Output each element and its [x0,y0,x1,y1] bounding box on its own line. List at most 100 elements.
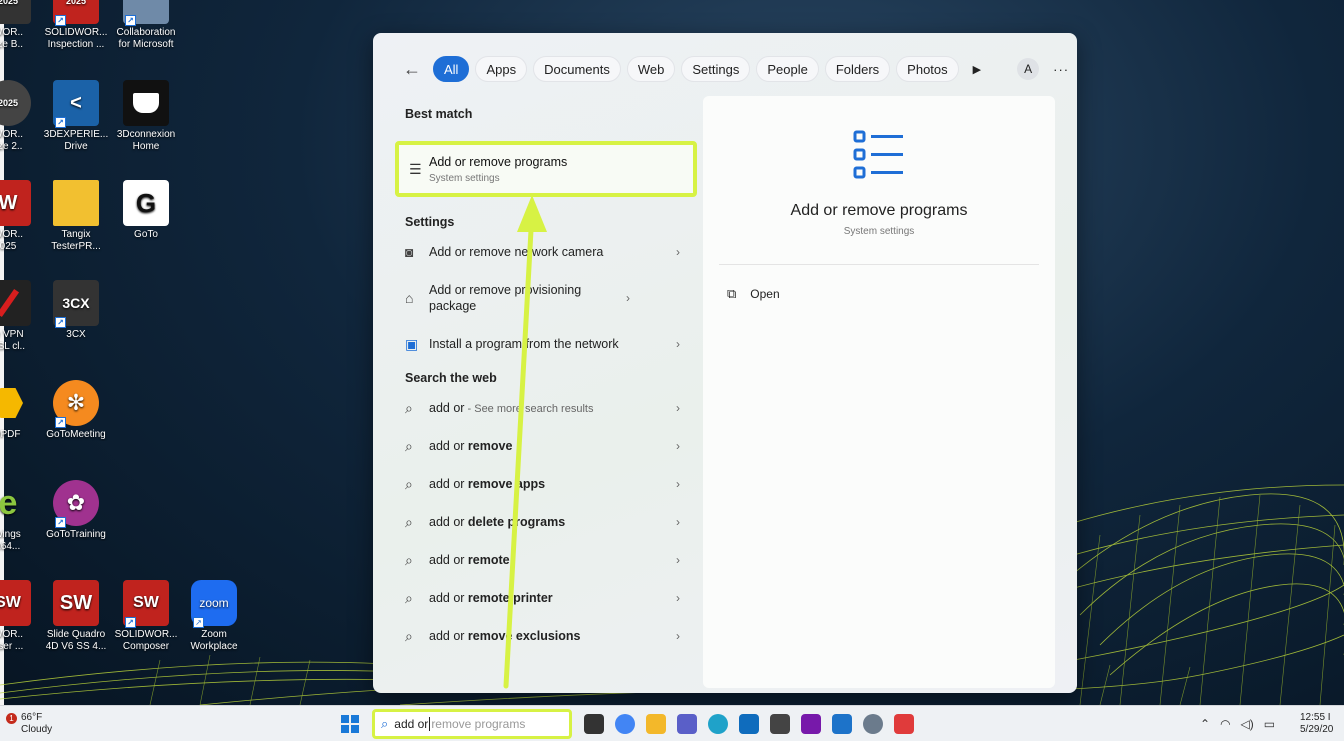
gotomeeting-icon: ✻ ↗ [53,380,99,428]
clock-time: 12:55 I [1300,712,1331,723]
icon-label: SOLIDWOR... [114,629,178,640]
shortcut-arrow-icon: ↗ [55,417,66,428]
settings-gear-icon[interactable] [863,714,883,734]
query-text: add or [429,629,468,643]
outlook-new-icon[interactable] [832,714,852,734]
suggestion-text: remove [467,439,513,453]
desktop-icon-gototraining[interactable]: ✿ ↗ GoToTraining [42,480,110,541]
web-result[interactable]: ⌕ add or remote printer › [395,579,697,617]
icon-label: GoToMeeting [46,429,106,440]
taskbar-search-input[interactable]: ⌕ add or remove programs [372,709,572,739]
teams-icon[interactable] [677,714,697,734]
desktop-icon-solidworks-composer-a[interactable]: SW WOR.. oser ... [0,580,42,653]
web-result[interactable]: ⌕ add or remove › [395,427,697,465]
red-app-icon[interactable] [894,714,914,734]
filter-folders[interactable]: Folders [824,56,891,82]
search-icon: ⌕ [405,399,413,416]
web-result-text: add or delete programs [429,514,669,530]
desktop-icon-3dexperience-drive[interactable]: < ↗ 3DEXPERIE... Drive [42,80,110,153]
desktop-icon-slide-quadro[interactable]: SW Slide Quadro 4D V6 SS 4... [42,580,110,653]
3cx-taskbar-icon[interactable] [770,714,790,734]
desktop-icon-goto[interactable]: G GoTo [112,180,180,241]
desktop-icon-gotomeeting[interactable]: ✻ ↗ GoToMeeting [42,380,110,441]
camera-icon: ◙ [405,244,414,260]
desktop-icon-edrawings[interactable]: e wings x64... [0,480,42,553]
hexagon-pdf-icon [0,380,31,426]
desktop-icon-collaboration-for-microsoft[interactable]: ↗ Collaboration for Microsoft [112,0,180,51]
settings-result[interactable]: ◙ Add or remove network camera › [395,233,697,271]
desktop-icon-solidworks-composer[interactable]: SW ↗ SOLIDWOR... Composer [112,580,180,653]
web-result[interactable]: ⌕ add or remove apps › [395,465,697,503]
more-options-icon[interactable]: ··· [1053,62,1069,77]
clock[interactable]: 12:55 I 5/29/20 [1300,712,1344,736]
filter-apps[interactable]: Apps [475,56,528,82]
shortcut-arrow-icon: ↗ [125,15,136,26]
filter-settings[interactable]: Settings [681,56,751,82]
windows-search-panel: ← All Apps Documents Web Settings People… [373,33,1077,693]
wifi-icon[interactable]: ◠ [1220,717,1230,731]
search-filter-bar: ← All Apps Documents Web Settings People… [403,56,1069,82]
web-result[interactable]: ⌕ add or delete programs › [395,503,697,541]
volume-icon[interactable]: ◁) [1241,717,1254,731]
open-external-icon: ⧉ [727,286,737,301]
edge-icon[interactable] [708,714,728,734]
desktop-icon-solidworks-inspection[interactable]: 2025 ↗ SOLIDWOR... Inspection ... [42,0,110,51]
best-match-result[interactable]: ☰ Add or remove programs System settings [395,141,697,197]
desktop-icon-solidworks-visualize-2[interactable]: 2025 WOR.. lize 2.. [0,80,42,153]
icon-label: 3Dconnexion [116,129,176,140]
search-results-list: Best match ☰ Add or remove programs Syst… [395,103,697,655]
desktop-icon-3cx[interactable]: 3CX ↗ 3CX [42,280,110,341]
weather-alert-badge: 1 [6,713,17,724]
icon-label: 4D V6 SS 4... [45,641,107,652]
onenote-icon[interactable] [801,714,821,734]
3dconnexion-icon [123,80,169,126]
start-button[interactable] [341,715,359,733]
filter-photos[interactable]: Photos [896,56,959,82]
more-filters-icon[interactable]: ▶ [973,63,981,76]
icon-label: Slide Quadro [46,629,106,640]
desktop-icon-3dconnexion-home[interactable]: 3Dconnexion Home [112,80,180,153]
desktop-icon-tangix-testerpro[interactable]: Tangix TesterPR... [42,180,110,253]
desktop-icon-ypdf[interactable]: yPDF [0,380,42,441]
suggestion-text: remote printer [467,591,553,605]
chevron-up-icon[interactable]: ⌃ [1200,717,1210,731]
icon-label: 3CX [66,329,86,340]
windows-logo-icon [341,725,349,733]
query-text: add or [429,400,465,415]
see-more-text: - See more search results [464,402,594,415]
open-label: Open [750,287,780,301]
battery-icon[interactable]: ▭ [1264,717,1275,731]
outlook-icon[interactable] [739,714,759,734]
desktop-icon-vpn-ssl-client[interactable]: le VPN SSL cl.. [0,280,42,353]
web-result-text: add or remote [429,552,669,568]
settings-result[interactable]: ⌂ Add or remove provisioning package › [395,271,697,325]
open-action[interactable]: ⧉ Open [727,286,780,302]
detail-title: Add or remove programs [790,202,968,219]
chevron-right-icon: › [676,439,680,453]
shortcut-arrow-icon: ↗ [125,617,136,628]
desktop-icon-zoom-workplace[interactable]: zoom ↗ Zoom Workplace [180,580,248,653]
folder-icon [53,180,99,226]
filter-web[interactable]: Web [626,56,676,82]
web-result[interactable]: ⌕ add or - See more search results › [395,389,697,427]
web-result[interactable]: ⌕ add or remove exclusions › [395,617,697,655]
icon-label: Inspection ... [47,39,105,50]
desktop-icon-solidworks-visualize-b[interactable]: 2025 WOR.. lize B.. [0,0,42,51]
filter-people[interactable]: People [756,56,819,82]
weather-widget[interactable]: 1 66°F Cloudy [6,712,52,736]
account-avatar[interactable]: A [1017,58,1040,80]
task-view-icon[interactable] [584,714,604,734]
chrome-icon[interactable] [615,714,635,734]
file-explorer-icon[interactable] [646,714,666,734]
web-result[interactable]: ⌕ add or remote › [395,541,697,579]
icon-label: for Microsoft [118,39,174,50]
arrow-left-icon[interactable]: ← [403,59,433,80]
search-icon: ⌕ [405,627,413,644]
solidworks-icon: W [0,180,31,226]
filter-all[interactable]: All [433,56,470,82]
icon-label: WOR.. [0,27,23,38]
filter-documents[interactable]: Documents [533,56,621,82]
desktop-icon-solidworks-2025[interactable]: W WOR.. 025 [0,180,42,253]
chevron-right-icon: › [676,591,680,605]
settings-result[interactable]: ▣ Install a program from the network › [395,325,697,363]
